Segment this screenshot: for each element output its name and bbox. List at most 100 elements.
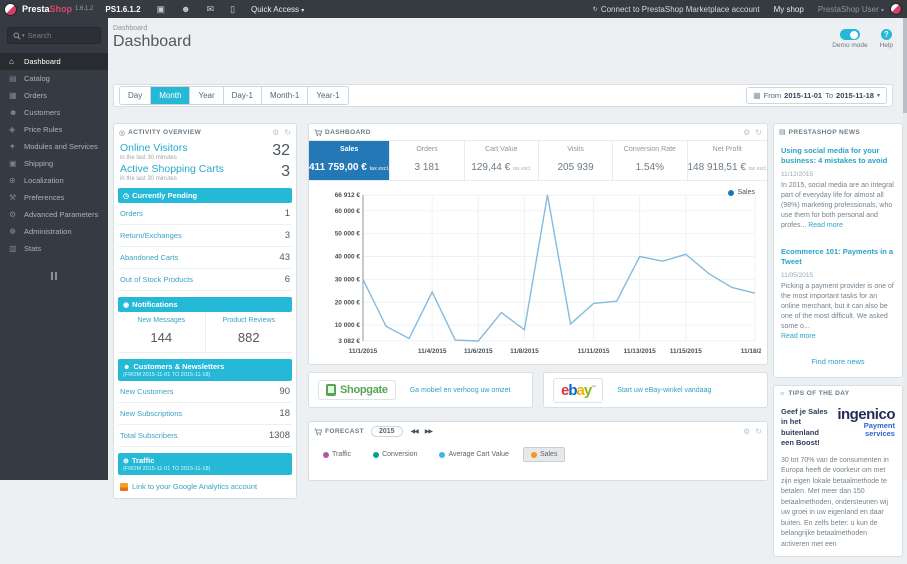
customer-icon[interactable]: ☻ — [181, 4, 190, 14]
calendar-icon: ▦ — [753, 91, 761, 100]
sidebar-item-orders[interactable]: ▦ Orders — [0, 87, 108, 104]
kpi-tab-orders[interactable]: Orders 3 181 — [389, 141, 463, 180]
chart-legend[interactable]: Sales — [728, 189, 755, 196]
sidebar-item-preferences[interactable]: ⚒ Preferences — [0, 189, 108, 206]
kpi-tab-visits[interactable]: Visits 205 939 — [537, 141, 612, 180]
gear-icon[interactable]: ⚙ — [272, 128, 279, 137]
caret-down-icon: ▾ — [301, 7, 305, 14]
article-headline-link[interactable]: Using social media for your business: 4 … — [781, 146, 895, 166]
help-icon[interactable]: ? — [880, 29, 892, 40]
svg-text:30 000 €: 30 000 € — [335, 276, 361, 283]
user-avatar[interactable] — [890, 3, 902, 15]
ebay-banner: ebay™ Start uw eBay-winkel vandaag — [543, 372, 768, 408]
clock-icon: ◷ — [123, 193, 130, 200]
date-from-value: 2015-11-01 — [784, 91, 823, 100]
sidebar-item-customers[interactable]: ☻ Customers — [0, 104, 108, 121]
sidebar-item-advanced-parameters[interactable]: ⚙ Advanced Parameters — [0, 206, 108, 223]
activity-icon: ◎ — [119, 129, 126, 137]
caret-down-icon: ▾ — [880, 7, 884, 14]
sidebar-item-dashboard[interactable]: ⌂ Dashboard — [0, 53, 108, 70]
refresh-icon[interactable]: ↻ — [755, 427, 762, 436]
filter-year-button[interactable]: Year — [189, 87, 223, 104]
new-subscriptions-row[interactable]: New Subscriptions 18 — [118, 403, 292, 425]
caret-down-icon[interactable]: ▾ — [22, 33, 25, 39]
sidebar-item-catalog[interactable]: ▤ Catalog — [0, 70, 108, 87]
kpi-tab-cart-value[interactable]: Cart Value 129,44 € tax excl. — [463, 141, 538, 180]
tags-icon: ◈ — [9, 125, 16, 134]
demo-mode-control: Demo mode — [832, 29, 868, 51]
cart-icon[interactable]: ▣ — [157, 4, 166, 15]
read-more-link[interactable]: Read more — [781, 333, 816, 340]
average-cart-value-dot-icon — [439, 451, 446, 458]
abandoned-carts-row[interactable]: Abandoned Carts 43 — [118, 247, 292, 269]
help-label: Help — [879, 42, 893, 49]
svg-text:11/4/2015: 11/4/2015 — [418, 348, 447, 355]
forecast-chip-conversion[interactable]: Conversion — [365, 447, 425, 462]
marketplace-link[interactable]: ↻ Connect to PrestaShop Marketplace accou… — [593, 5, 760, 14]
kpi-tabs: Sales 411 759,00 € tax excl. Orders 3 181 … — [309, 140, 767, 181]
my-shop-link[interactable]: My shop — [774, 5, 804, 14]
search-input[interactable] — [27, 31, 86, 40]
refresh-icon[interactable]: ↻ — [284, 128, 291, 137]
sidebar-item-localization[interactable]: ⊕ Localization — [0, 172, 108, 189]
date-range-picker[interactable]: ▦ From 2015-11-01 To 2015-11-18 ▾ — [746, 87, 887, 104]
refresh-icon[interactable]: ↻ — [755, 128, 762, 137]
kpi-tab-conversion-rate[interactable]: Conversion Rate 1.54% — [612, 141, 686, 180]
gear-icon[interactable]: ⚙ — [743, 427, 750, 436]
new-messages-stat[interactable]: New Messages 144 — [118, 312, 205, 352]
cart-icon — [314, 129, 322, 136]
sidebar-item-shipping[interactable]: ▣ Shipping — [0, 155, 108, 172]
breadcrumb[interactable]: Dashboard — [113, 25, 191, 32]
gear-icon[interactable]: ⚙ — [743, 128, 750, 137]
sidebar-item-administration[interactable]: ☸ Administration — [0, 223, 108, 240]
wrench-icon: ⚒ — [9, 193, 17, 202]
filter-day-button[interactable]: Day — [120, 87, 151, 104]
messages-icon[interactable]: ✉ — [207, 4, 215, 15]
ebay-link[interactable]: Start uw eBay-winkel vandaag — [617, 387, 711, 394]
sidebar-item-price-rules[interactable]: ◈ Price Rules — [0, 121, 108, 138]
panel-title: FORECAST — [325, 428, 364, 435]
demo-mode-toggle[interactable] — [839, 29, 860, 40]
globe-icon: ⊕ — [123, 458, 129, 465]
search-icon — [13, 32, 21, 40]
forecast-chip-traffic[interactable]: Traffic — [315, 447, 359, 462]
filter-month-button[interactable]: Month — [150, 87, 190, 104]
google-analytics-link[interactable]: Link to your Google Analytics account — [118, 475, 292, 498]
sales-line-chart: 66 912 € 60 000 € 50 000 € 40 000 € 30 000 €… — [315, 187, 770, 362]
sidebar-item-stats[interactable]: ▥ Stats — [0, 240, 108, 257]
previous-year-button[interactable]: ◀◀ — [411, 428, 419, 435]
filter-year-1-button[interactable]: Year-1 — [307, 87, 348, 104]
svg-text:20 000 €: 20 000 € — [335, 299, 361, 306]
next-year-button[interactable]: ▶▶ — [425, 428, 433, 435]
scrollbar-thumb[interactable] — [903, 18, 907, 113]
help-control: ? Help — [880, 29, 893, 51]
kpi-tab-net-profit[interactable]: Net Profit 148 918,51 € tax excl. — [686, 141, 767, 180]
article-headline-link[interactable]: Ecommerce 101: Payments in a Tweet — [781, 247, 895, 267]
kpi-tab-sales[interactable]: Sales 411 759,00 € tax excl. — [309, 141, 390, 180]
filter-month-1-button[interactable]: Month-1 — [260, 87, 308, 104]
forecast-chip-average-cart-value[interactable]: Average Cart Value — [431, 447, 516, 462]
sales-chart-svg: 66 912 € 60 000 € 50 000 € 40 000 € 30 000 €… — [335, 192, 770, 355]
pending-returns-row[interactable]: Return/Exchanges 3 — [118, 225, 292, 247]
forecast-year[interactable]: 2015 — [370, 426, 403, 437]
quick-access-menu[interactable]: Quick Access ▾ — [251, 5, 304, 14]
find-more-news-link[interactable]: Find more news — [774, 351, 902, 377]
mobile-icon[interactable]: ▯ — [230, 4, 235, 15]
user-menu[interactable]: PrestaShop User ▾ — [818, 5, 884, 14]
out-of-stock-row[interactable]: Out of Stock Products 6 — [118, 269, 292, 291]
pending-orders-row[interactable]: Orders 1 — [118, 203, 292, 225]
shopgate-link[interactable]: Ga mobiel en verhoog uw omzet — [410, 387, 511, 394]
forecast-chip-sales[interactable]: Sales — [522, 447, 566, 462]
customers-newsletters-header: ☻ Customers & Newsletters (FROM 2015-11-01… — [118, 359, 292, 381]
filter-day-1-button[interactable]: Day-1 — [222, 87, 261, 104]
svg-text:11/13/2015: 11/13/2015 — [624, 348, 657, 355]
shopgate-logo: Shopgate — [318, 380, 396, 400]
read-more-link[interactable]: Read more — [808, 222, 843, 229]
new-customers-row[interactable]: New Customers 90 — [118, 381, 292, 403]
svg-text:11/11/2015: 11/11/2015 — [578, 348, 610, 355]
sidebar-item-modules[interactable]: ✦ Modules and Services — [0, 138, 108, 155]
total-subscribers-row[interactable]: Total Subscribers 1308 — [118, 425, 292, 447]
svg-text:3 082 €: 3 082 € — [338, 338, 360, 345]
product-reviews-stat[interactable]: Product Reviews 882 — [204, 312, 293, 352]
sidebar-collapse-button[interactable] — [48, 272, 60, 280]
